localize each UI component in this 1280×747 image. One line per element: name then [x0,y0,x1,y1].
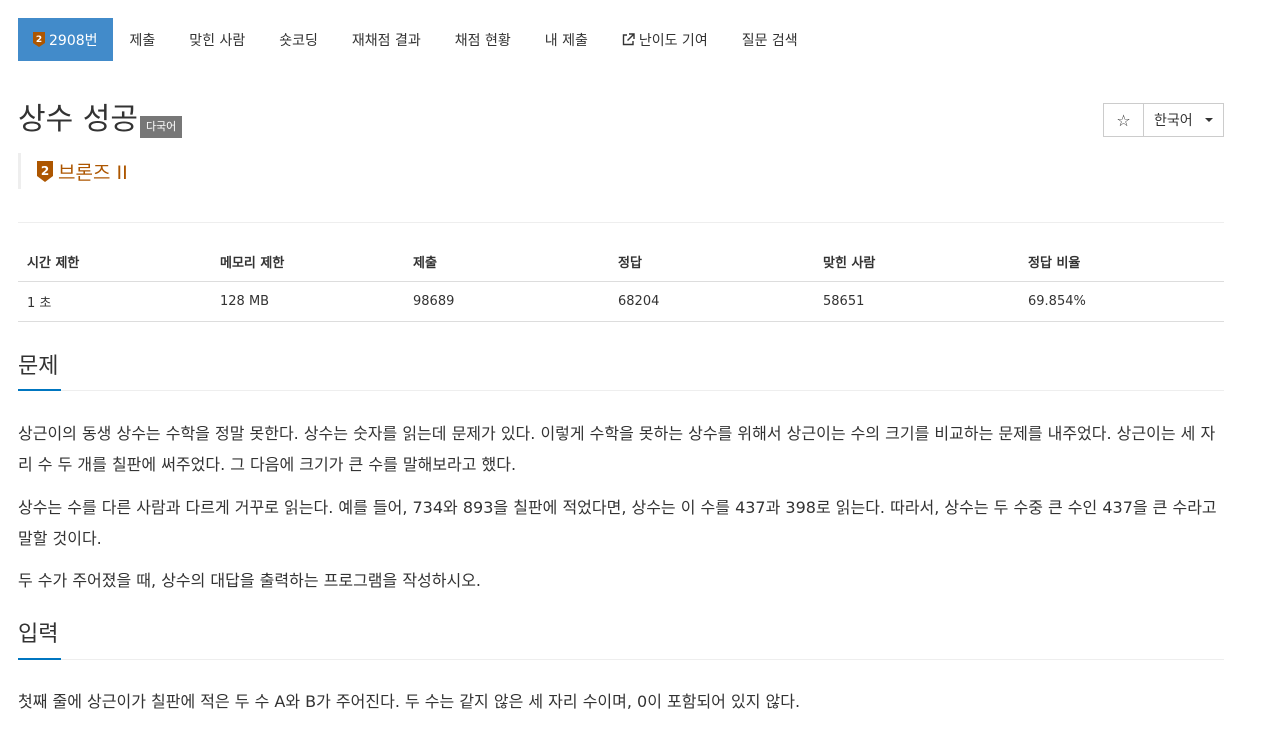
solved-users-value: 58651 [814,281,1019,322]
nav-solved-users[interactable]: 맞힌 사람 [172,18,262,61]
nav-judge-status-label: 채점 현황 [454,32,511,49]
nav-problem-number[interactable]: 2 2908번 [18,18,113,61]
language-dropdown[interactable]: 한국어 [1143,103,1224,137]
problem-section-header: 문제 [18,352,1224,391]
svg-text:2: 2 [41,164,49,178]
nav-question-search[interactable]: 질문 검색 [725,18,815,61]
tier-label: 브론즈 II [58,161,128,184]
section-title: 입력 [18,622,59,647]
bronze-tier-icon: 2 [33,32,45,47]
nav-my-submissions[interactable]: 내 제출 [528,18,605,61]
problem-paragraph: 두 수가 주어졌을 때, 상수의 대답을 출력하는 프로그램을 작성하시오. [18,571,482,590]
title-actions: ☆ 한국어 [1103,103,1224,137]
table-row: 1 초 128 MB 98689 68204 58651 69.854% [18,281,1224,322]
input-section-header: 입력 [18,620,1224,660]
problem-info-table: 시간 제한 메모리 제한 제출 정답 맞힌 사람 정답 비율 1 초 128 M… [18,244,1224,322]
nav-difficulty-contribution[interactable]: 난이도 기여 [605,18,725,61]
section-title: 문제 [18,354,59,379]
multilang-label: 다국어 [139,116,183,138]
section-accent [18,658,61,660]
nav-submit[interactable]: 제출 [113,18,173,61]
star-button[interactable]: ☆ [1103,103,1144,137]
accept-ratio-value: 69.854% [1019,281,1224,322]
problem-paragraph: 상수는 수를 다른 사람과 다르게 거꾸로 읽는다. 예를 들어, 734와 8… [18,498,1217,548]
submissions-value: 98689 [404,281,609,322]
table-header: 정답 비율 [1019,244,1224,282]
problem-paragraph: 상근이의 동생 상수는 수학을 정말 못한다. 상수는 숫자를 읽는데 문제가 … [18,424,1216,474]
table-header: 맞힌 사람 [814,244,1019,282]
nav-short-coding-label: 숏코딩 [279,32,318,49]
nav-difficulty-contribution-label: 난이도 기여 [638,32,708,49]
divider [18,222,1224,223]
bronze-tier-icon: 2 [37,160,53,182]
problem-title: 상수 성공 [18,102,138,137]
memory-limit-value: 128 MB [211,281,404,322]
caret-down-icon [1205,118,1213,122]
table-header-row: 시간 제한 메모리 제한 제출 정답 맞힌 사람 정답 비율 [18,244,1224,282]
star-icon: ☆ [1116,110,1131,130]
nav-problem-number-label: 2908번 [49,32,98,49]
time-limit-value: 1 초 [18,281,211,322]
nav-solved-users-label: 맞힌 사람 [189,32,246,49]
nav-short-coding[interactable]: 숏코딩 [262,18,335,61]
nav-question-search-label: 질문 검색 [741,32,798,49]
problem-tier: 2 브론즈 II [18,153,128,189]
table-header: 시간 제한 [18,244,211,282]
section-divider [18,390,1224,391]
table-header: 정답 [609,244,814,282]
table-header: 제출 [404,244,609,282]
accepted-value: 68204 [609,281,814,322]
language-label: 한국어 [1154,113,1193,129]
problem-nav: 2 2908번 제출 맞힌 사람 숏코딩 재채점 결과 채점 현황 내 제출 난… [18,18,815,61]
external-link-icon [622,33,635,46]
nav-my-submissions-label: 내 제출 [544,32,588,49]
nav-judge-status[interactable]: 채점 현황 [438,18,528,61]
problem-title-row: 상수 성공 다국어 [18,100,183,140]
input-paragraph: 첫째 줄에 상근이가 칠판에 적은 두 수 A와 B가 주어진다. 두 수는 같… [18,692,801,711]
nav-submit-label: 제출 [129,32,156,49]
section-accent [18,389,61,391]
section-divider [18,659,1224,660]
svg-text:2: 2 [36,35,42,45]
problem-page: 2 2908번 제출 맞힌 사람 숏코딩 재채점 결과 채점 현황 내 제출 난… [0,0,1280,747]
nav-rejudge-results[interactable]: 재채점 결과 [335,18,438,61]
nav-rejudge-results-label: 재채점 결과 [351,32,421,49]
table-header: 메모리 제한 [211,244,404,282]
